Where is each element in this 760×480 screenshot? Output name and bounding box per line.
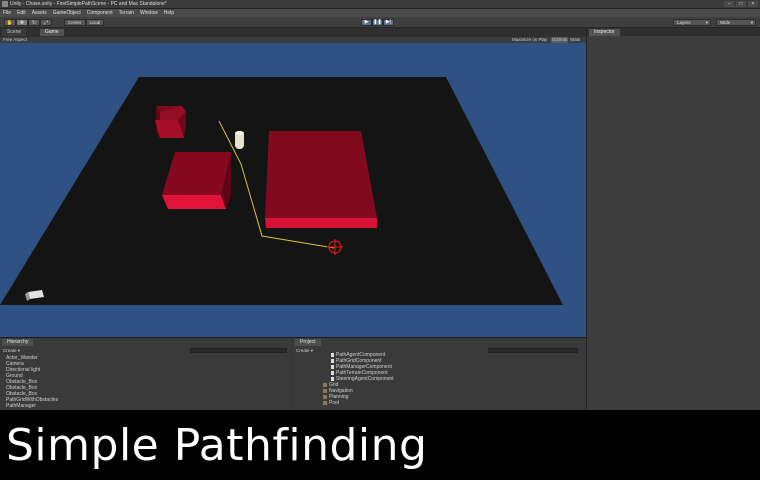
window-title-bar: Unity - Chase.unity - FirstSimplePathSce… bbox=[0, 0, 760, 9]
folder-icon bbox=[323, 400, 327, 405]
tab-hierarchy[interactable]: Hierarchy bbox=[2, 339, 34, 346]
game-viewport[interactable] bbox=[0, 43, 586, 337]
play-button[interactable]: ▶ bbox=[361, 19, 372, 26]
project-item-label: SteeringAgentComponent bbox=[336, 376, 394, 382]
menu-bar: File Edit Assets GameObject Component Te… bbox=[0, 9, 760, 17]
hierarchy-create-button[interactable]: Create ▾ bbox=[3, 348, 20, 354]
folder-icon bbox=[323, 382, 327, 387]
unity-logo-icon bbox=[2, 1, 8, 7]
bottom-panels: Hierarchy Create ▾ Actor_Wander Camera D… bbox=[0, 337, 586, 411]
project-panel: Project Create ▾ PathAgentComponent Path… bbox=[293, 338, 586, 411]
script-file-icon bbox=[331, 376, 334, 381]
move-icon[interactable]: ✥ bbox=[16, 19, 28, 26]
tab-game[interactable]: Game bbox=[40, 29, 64, 36]
hierarchy-search-input[interactable] bbox=[190, 348, 287, 353]
menu-terrain[interactable]: Terrain bbox=[119, 9, 134, 17]
pivot-toggles: Center Local bbox=[64, 19, 105, 26]
script-file-icon bbox=[331, 370, 334, 375]
space-local-toggle[interactable]: Local bbox=[85, 19, 105, 26]
scene-render bbox=[0, 77, 563, 305]
folder-icon bbox=[323, 388, 327, 393]
project-list: PathAgentComponent PathGridComponent Pat… bbox=[293, 352, 586, 406]
hierarchy-panel: Hierarchy Create ▾ Actor_Wander Camera D… bbox=[0, 338, 291, 411]
script-file-icon bbox=[331, 364, 334, 369]
window-title: Unity - Chase.unity - FirstSimplePathSce… bbox=[10, 1, 167, 7]
window-controls: – □ × bbox=[724, 1, 758, 7]
script-file-icon bbox=[331, 358, 334, 363]
tab-project[interactable]: Project bbox=[295, 339, 321, 346]
project-folder-item[interactable]: Pool bbox=[293, 400, 586, 406]
transform-tools: ✋ ✥ ↻ ⤢ bbox=[4, 19, 52, 26]
folder-icon bbox=[323, 394, 327, 399]
menu-gameobject[interactable]: GameObject bbox=[53, 9, 81, 17]
rotate-icon[interactable]: ↻ bbox=[28, 19, 40, 26]
scale-icon[interactable]: ⤢ bbox=[40, 19, 52, 26]
project-item-label: Pool bbox=[329, 400, 340, 406]
obstacle-box-small bbox=[155, 106, 186, 138]
main-toolbar: ✋ ✥ ↻ ⤢ Center Local ▶ ❚❚ ▶| Layers Wide bbox=[0, 17, 760, 28]
minimize-button[interactable]: – bbox=[724, 1, 734, 7]
inspector-tab-strip: Inspector bbox=[587, 28, 760, 36]
step-button[interactable]: ▶| bbox=[383, 19, 394, 26]
hierarchy-list: Actor_Wander Camera Directional light Gr… bbox=[0, 355, 291, 409]
menu-window[interactable]: Window bbox=[140, 9, 158, 17]
layout-dropdown[interactable]: Wide bbox=[716, 19, 756, 26]
tab-scene[interactable]: Scene bbox=[2, 29, 27, 36]
pivot-center-toggle[interactable]: Center bbox=[64, 19, 86, 26]
obstacle-box-large bbox=[265, 131, 377, 228]
script-file-icon bbox=[331, 352, 334, 357]
close-button[interactable]: × bbox=[748, 1, 758, 7]
layers-dropdown[interactable]: Layers bbox=[673, 19, 711, 26]
play-controls: ▶ ❚❚ ▶| bbox=[361, 19, 394, 26]
menu-component[interactable]: Component bbox=[87, 9, 113, 17]
caption-bar: Simple Pathfinding bbox=[0, 410, 760, 480]
hand-icon[interactable]: ✋ bbox=[4, 19, 16, 26]
menu-help[interactable]: Help bbox=[164, 9, 174, 17]
inspector-panel: Inspector bbox=[586, 28, 760, 410]
menu-edit[interactable]: Edit bbox=[17, 9, 26, 17]
tab-inspector[interactable]: Inspector bbox=[589, 29, 620, 36]
pause-button[interactable]: ❚❚ bbox=[372, 19, 383, 26]
video-caption: Simple Pathfinding bbox=[6, 420, 428, 471]
scene-tab-strip: Scene Game bbox=[0, 28, 586, 37]
hierarchy-item[interactable]: PathManager bbox=[0, 403, 291, 409]
menu-assets[interactable]: Assets bbox=[32, 9, 47, 17]
agent-capsule bbox=[235, 131, 244, 149]
menu-file[interactable]: File bbox=[3, 9, 11, 17]
maximize-button[interactable]: □ bbox=[736, 1, 746, 7]
